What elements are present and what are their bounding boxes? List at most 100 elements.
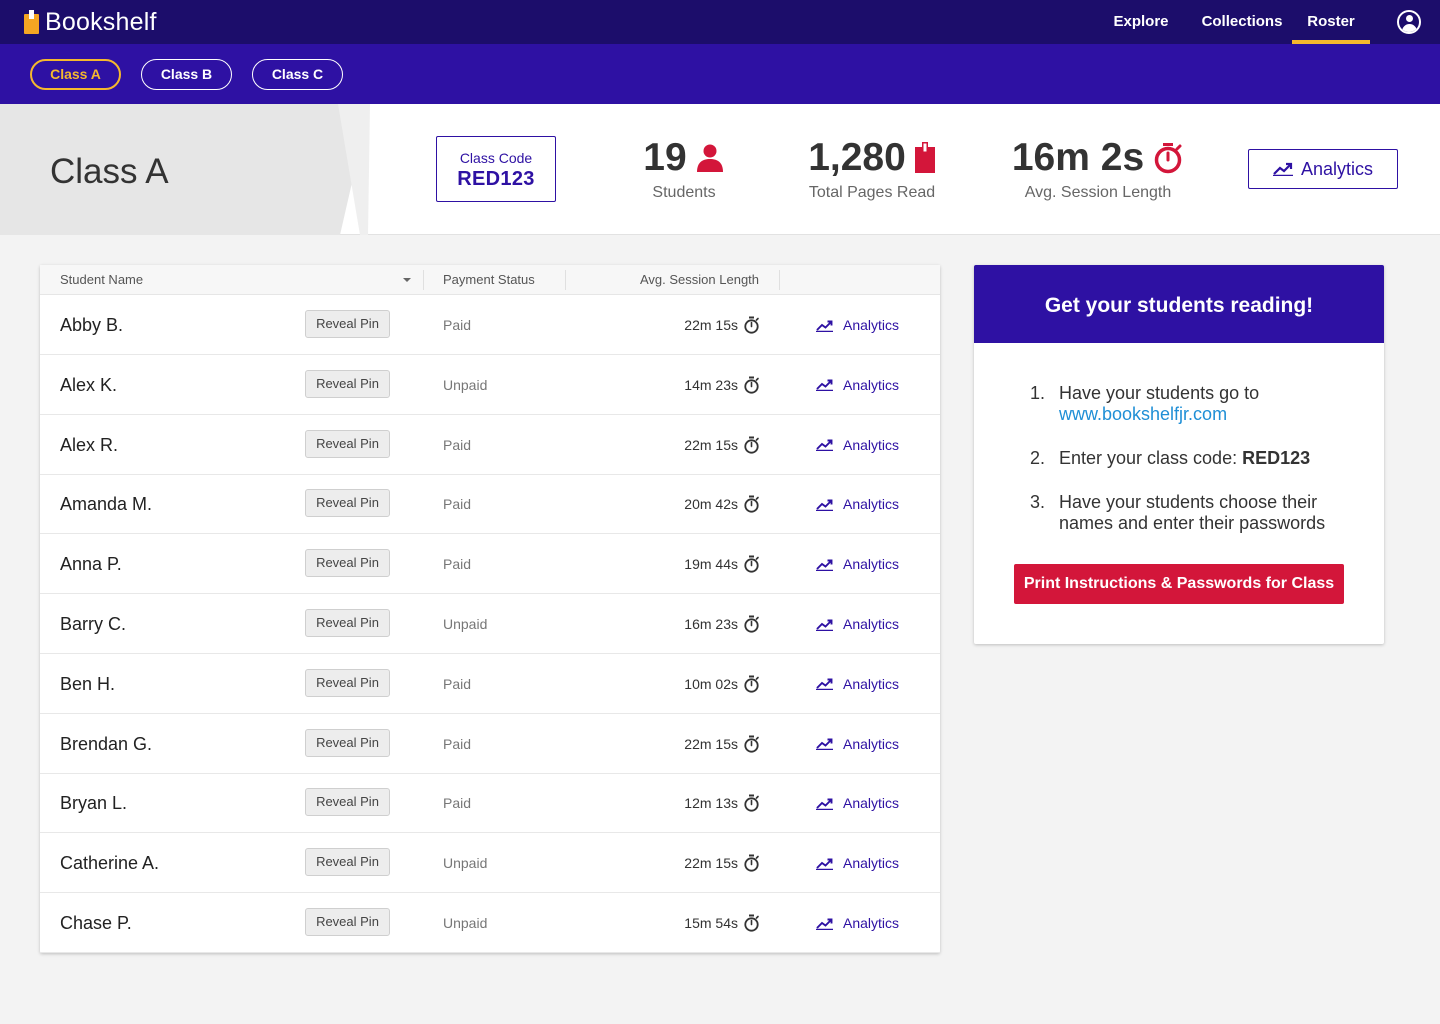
table-row: Ben H. Reveal Pin Paid 10m 02s Analytics	[40, 654, 940, 714]
reveal-pin-button[interactable]: Reveal Pin	[305, 908, 390, 936]
session-length: 12m 13s	[684, 795, 738, 812]
table-row: Bryan L. Reveal Pin Paid 12m 13s Analytics	[40, 773, 940, 834]
pages-label: Total Pages Read	[808, 184, 936, 201]
reveal-pin-button[interactable]: Reveal Pin	[305, 369, 390, 398]
session-length: 20m 42s	[684, 496, 738, 513]
step-3-text: Have your students choose their names an…	[1059, 492, 1326, 533]
student-analytics-link[interactable]: Analytics	[816, 415, 899, 475]
student-name: Alex R.	[60, 434, 119, 455]
class-analytics-button[interactable]: Analytics	[1248, 149, 1398, 189]
step-2-text: Enter your class code:	[1059, 448, 1238, 468]
bookshelf-url-link[interactable]: www.bookshelfjr.com	[1059, 404, 1227, 424]
step-number: 2.	[1030, 448, 1046, 468]
student-analytics-link[interactable]: Analytics	[816, 833, 899, 893]
session-length: 22m 15s	[684, 735, 738, 752]
student-analytics-link[interactable]: Analytics	[816, 654, 899, 714]
trend-chart-icon	[816, 737, 838, 751]
student-analytics-label: Analytics	[843, 735, 900, 752]
student-analytics-link[interactable]: Analytics	[816, 714, 899, 774]
reveal-pin-button[interactable]: Reveal Pin	[305, 848, 390, 877]
class-code-value: RED123	[457, 168, 535, 190]
sort-caret-icon[interactable]	[403, 278, 411, 282]
student-name: Chase P.	[60, 913, 132, 933]
student-analytics-link[interactable]: Analytics	[816, 773, 899, 833]
payment-status: Paid	[443, 675, 472, 692]
roster-table: Student Name Payment Status Avg. Session…	[40, 265, 940, 953]
table-row: Barry C. Reveal Pin Unpaid 16m 23s Analytics	[40, 594, 940, 654]
student-analytics-label: Analytics	[843, 436, 900, 453]
payment-status: Unpaid	[443, 915, 488, 931]
student-analytics-link[interactable]: Analytics	[816, 534, 899, 594]
top-nav-bar: Bookshelf Explore Collections Roster	[0, 0, 1440, 44]
payment-status: Paid	[443, 556, 472, 573]
payment-status: Unpaid	[443, 616, 488, 632]
trend-chart-icon	[816, 498, 838, 511]
session-length-label: Avg. Session Length	[1024, 184, 1172, 201]
stopwatch-icon	[743, 436, 760, 459]
class-tab-a[interactable]: Class A	[30, 59, 121, 90]
instructions-steps: 1. Have your students go to www.bookshel…	[1030, 383, 1350, 557]
nav-collections[interactable]: Collections	[1194, 0, 1290, 44]
student-name: Abby B.	[60, 315, 124, 335]
reveal-pin-button[interactable]: Reveal Pin	[305, 549, 390, 578]
instruction-step-3: 3. Have your students choose their names…	[1030, 492, 1350, 534]
column-header-student-name[interactable]: Student Name	[60, 265, 143, 295]
trend-chart-icon	[816, 677, 838, 691]
trend-chart-icon	[816, 917, 838, 930]
session-length-value: 16m 2s	[1011, 136, 1145, 179]
student-analytics-link[interactable]: Analytics	[816, 474, 899, 534]
payment-status: Paid	[443, 436, 472, 453]
column-divider	[565, 270, 566, 290]
trend-chart-icon	[816, 319, 838, 332]
session-length: 16m 23s	[684, 616, 738, 632]
stopwatch-icon	[743, 555, 760, 578]
reveal-pin-button[interactable]: Reveal Pin	[305, 489, 390, 518]
class-tab-b[interactable]: Class B	[141, 59, 232, 90]
student-analytics-link[interactable]: Analytics	[816, 295, 899, 355]
nav-explore[interactable]: Explore	[1098, 0, 1184, 44]
stopwatch-icon	[743, 735, 760, 758]
pages-count: 1,280	[808, 136, 906, 179]
stopwatch-icon	[743, 615, 760, 638]
nav-roster[interactable]: Roster	[1292, 0, 1370, 44]
book-icon	[914, 142, 935, 173]
account-icon[interactable]	[1397, 10, 1421, 34]
reveal-pin-button[interactable]: Reveal Pin	[305, 788, 390, 817]
trend-chart-icon	[816, 558, 838, 571]
person-icon	[696, 144, 723, 172]
reveal-pin-button[interactable]: Reveal Pin	[305, 429, 390, 458]
column-header-payment-status[interactable]: Payment Status	[443, 265, 535, 295]
reveal-pin-button[interactable]: Reveal Pin	[305, 728, 390, 757]
table-row: Abby B. Reveal Pin Paid 22m 15s Analytics	[40, 295, 940, 355]
payment-status: Unpaid	[443, 855, 488, 872]
stopwatch-icon	[743, 316, 760, 339]
page-title: Class A	[50, 152, 169, 191]
trend-chart-icon	[1272, 162, 1293, 176]
student-analytics-link[interactable]: Analytics	[816, 893, 899, 953]
instruction-step-1: 1. Have your students go to www.bookshel…	[1030, 383, 1350, 425]
student-name: Barry C.	[60, 614, 127, 634]
trend-chart-icon	[816, 378, 838, 392]
instruction-step-2: 2. Enter your class code: RED123	[1030, 448, 1350, 469]
reveal-pin-button[interactable]: Reveal Pin	[305, 310, 390, 338]
table-header: Student Name Payment Status Avg. Session…	[40, 265, 940, 295]
column-header-session-length[interactable]: Avg. Session Length	[640, 265, 759, 295]
table-row: Catherine A. Reveal Pin Unpaid 22m 15s Analy…	[40, 833, 940, 894]
reveal-pin-button[interactable]: Reveal Pin	[305, 609, 390, 637]
class-summary: Class A Class Code RED123 19 Students 1,…	[0, 104, 1440, 235]
step-1-text: Have your students go to	[1059, 383, 1260, 403]
student-name: Amanda M.	[60, 494, 153, 515]
print-instructions-button[interactable]: Print Instructions & Passwords for Class	[1014, 564, 1344, 604]
student-name: Alex K.	[60, 374, 118, 395]
app-logo[interactable]: Bookshelf	[24, 8, 157, 36]
student-analytics-link[interactable]: Analytics	[816, 355, 899, 415]
class-tab-c[interactable]: Class C	[252, 59, 343, 90]
stopwatch-icon	[743, 376, 760, 399]
payment-status: Paid	[443, 317, 472, 333]
student-analytics-link[interactable]: Analytics	[816, 594, 899, 654]
payment-status: Paid	[443, 735, 472, 752]
student-name: Anna P.	[60, 554, 122, 575]
stopwatch-icon	[743, 914, 760, 937]
student-name: Bryan L.	[60, 793, 128, 814]
reveal-pin-button[interactable]: Reveal Pin	[305, 668, 390, 697]
